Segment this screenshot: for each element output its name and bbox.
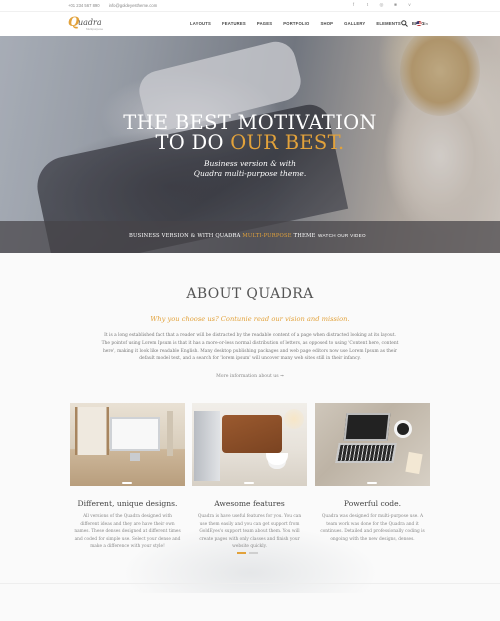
nav-item-pages[interactable]: PAGES bbox=[257, 21, 272, 26]
window-shape bbox=[75, 407, 109, 455]
feature-text: Quadra was designed for multi-purpose us… bbox=[320, 514, 425, 542]
feature-text: Quadra is have useful features for you. … bbox=[197, 514, 302, 549]
feature-text: All versions of the Quadra designed with… bbox=[74, 514, 181, 549]
feature-image-desk bbox=[70, 403, 185, 486]
top-bar: +01 234 567 890 info@goldeyestheme.com f… bbox=[0, 0, 500, 12]
nav-item-portfolio[interactable]: PORTFOLIO bbox=[283, 21, 309, 26]
nav-item-gallery[interactable]: GALLERY bbox=[344, 21, 365, 26]
hero-title-accent: OUR BEST bbox=[230, 131, 339, 154]
feature-image-workspace bbox=[192, 403, 307, 486]
feature-title: Awesome features bbox=[214, 499, 285, 508]
contact-info: +01 234 567 890 info@goldeyestheme.com bbox=[68, 3, 165, 8]
nav-item-layouts[interactable]: LAYOUTS bbox=[190, 21, 211, 26]
twitter-icon[interactable]: t bbox=[365, 2, 370, 7]
nav-item-shop[interactable]: SHOP bbox=[320, 21, 333, 26]
hero-banner-strip: BUSINESS VERSION & WITH QUADRA MULTI-PUR… bbox=[0, 221, 500, 253]
monitor-stand-shape bbox=[130, 453, 140, 461]
keyboard-shape bbox=[335, 443, 397, 463]
features-row: Different, unique designs. All versions … bbox=[70, 403, 430, 553]
phone-number[interactable]: +01 234 567 890 bbox=[68, 3, 100, 8]
search-icon[interactable] bbox=[401, 20, 408, 27]
laptop-shape bbox=[194, 411, 220, 481]
instagram-icon[interactable]: ◎ bbox=[379, 2, 384, 7]
bokeh-shape bbox=[284, 409, 304, 429]
banner-text-prefix: BUSINESS VERSION & WITH QUADRA bbox=[129, 233, 243, 239]
about-tagline: Why you choose us? Contunie read our vis… bbox=[150, 315, 350, 323]
carousel-pager bbox=[237, 552, 258, 554]
us-flag-icon[interactable] bbox=[416, 21, 422, 26]
main-navigation: Q uadra Multipurpose LAYOUTS FEATURES PA… bbox=[0, 12, 500, 36]
feature-title: Different, unique designs. bbox=[77, 499, 178, 508]
logo-tagline: Multipurpose bbox=[86, 27, 104, 31]
language-selector[interactable]: En bbox=[423, 21, 428, 26]
feature-title: Powerful code. bbox=[343, 499, 402, 508]
hero-subtitle-line2: Quadra multi-purpose theme. bbox=[193, 169, 307, 178]
feature-card-designs: Different, unique designs. All versions … bbox=[70, 403, 185, 551]
hero-banner-text: BUSINESS VERSION & WITH QUADRA MULTI-PUR… bbox=[129, 233, 315, 239]
banner-text-suffix: THEME bbox=[291, 233, 316, 239]
banner-text-accent: MULTI-PURPOSE bbox=[242, 233, 292, 239]
cup-shape bbox=[266, 453, 288, 465]
email-link[interactable]: info@goldeyestheme.com bbox=[109, 3, 157, 8]
nav-menu: LAYOUTS FEATURES PAGES PORTFOLIO SHOP GA… bbox=[190, 21, 436, 26]
feature-image-laptop bbox=[315, 403, 430, 486]
laptop-screen-shape bbox=[343, 413, 391, 441]
lamp-shape bbox=[167, 411, 173, 456]
vimeo-icon[interactable]: v bbox=[407, 2, 412, 7]
logo[interactable]: Q uadra Multipurpose bbox=[68, 16, 108, 32]
pager-dot[interactable] bbox=[249, 552, 258, 554]
logo-text: uadra bbox=[78, 18, 102, 27]
image-dot bbox=[122, 482, 132, 484]
linkedin-icon[interactable]: ■ bbox=[393, 2, 398, 7]
pager-dot-active[interactable] bbox=[237, 552, 246, 554]
image-dot bbox=[367, 482, 377, 484]
coffee-cup-shape bbox=[397, 423, 409, 435]
hero-title-prefix: TO DO bbox=[155, 131, 231, 154]
nav-item-elements[interactable]: ELEMENTS bbox=[376, 21, 400, 26]
hero-title-suffix: . bbox=[338, 131, 345, 154]
hero-title-line2: TO DO OUR BEST. bbox=[0, 132, 500, 154]
about-title: ABOUT QUADRA bbox=[186, 286, 314, 302]
nav-item-features[interactable]: FEATURES bbox=[222, 21, 246, 26]
monitor-shape bbox=[110, 417, 160, 451]
section-divider bbox=[0, 583, 500, 584]
watch-video-link[interactable]: WATCH OUR VIDEO bbox=[318, 233, 366, 238]
notebook-shape bbox=[405, 451, 423, 475]
more-info-link[interactable]: More information about us ➞ bbox=[0, 374, 500, 379]
about-paragraph: It is a long established fact that a rea… bbox=[101, 333, 399, 362]
facebook-icon[interactable]: f bbox=[351, 2, 356, 7]
social-links: f t ◎ ■ v bbox=[351, 2, 412, 7]
bag-shape bbox=[222, 415, 282, 453]
feature-card-code: Powerful code. Quadra was designed for m… bbox=[315, 403, 430, 543]
image-dot bbox=[244, 482, 254, 484]
about-section: ABOUT QUADRA Why you choose us? Contunie… bbox=[0, 253, 500, 621]
feature-card-features: Awesome features Quadra is have useful f… bbox=[192, 403, 307, 551]
